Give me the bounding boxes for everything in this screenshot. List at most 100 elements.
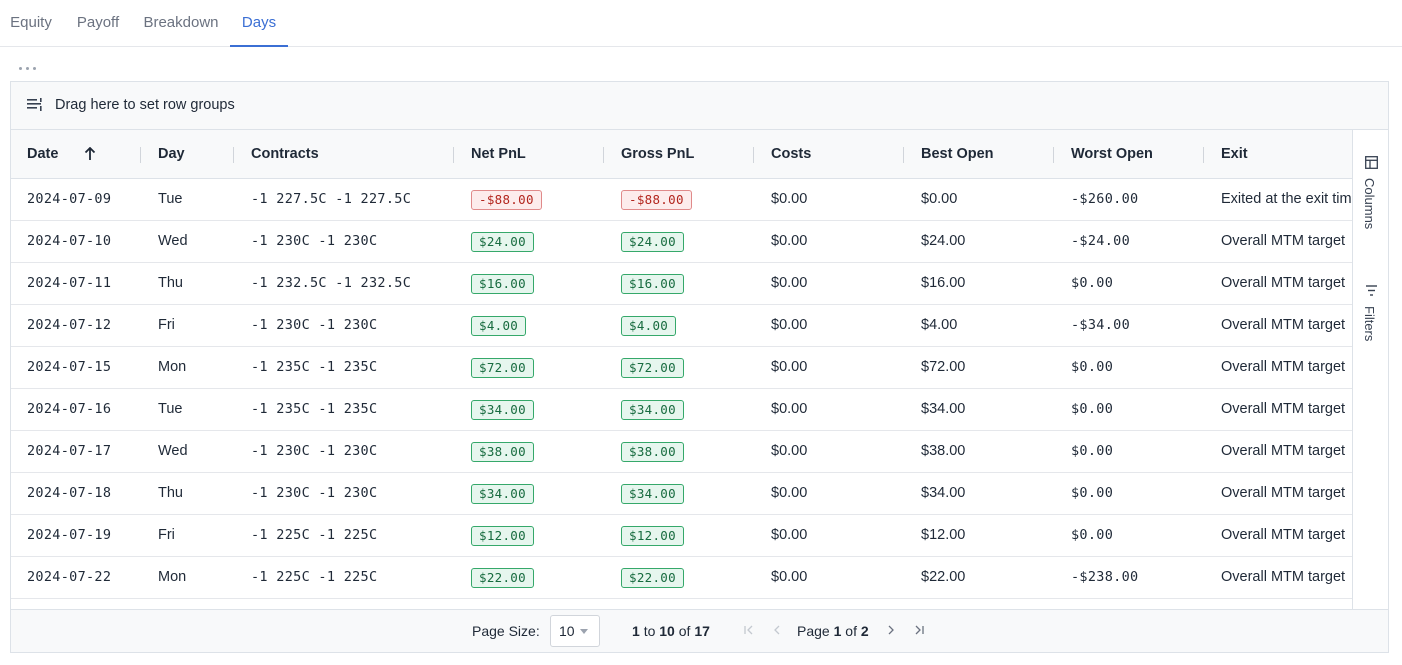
cell-exit: Overall MTM target <box>1221 569 1346 585</box>
row-to-word: to <box>643 623 656 639</box>
cell-best-open: $38.00 <box>921 443 966 459</box>
previous-page-icon[interactable] <box>771 624 783 636</box>
header-exit[interactable]: Exit <box>1221 130 1248 179</box>
page-word: Page <box>797 623 830 639</box>
cell-worst-open: -$238.00 <box>1071 569 1139 585</box>
filter-icon <box>1366 285 1377 296</box>
tab-bar: Equity Payoff Breakdown Days <box>0 0 1402 47</box>
column-separator[interactable] <box>753 147 754 163</box>
cell-costs: $0.00 <box>771 275 808 291</box>
column-separator[interactable] <box>1203 147 1204 163</box>
row-group-drop-zone[interactable]: Drag here to set row groups <box>11 82 1388 130</box>
page-indicator: Page 1 of 2 <box>797 610 869 652</box>
cell-contracts: -1 230C -1 230C <box>251 317 378 333</box>
cell-worst-open: -$24.00 <box>1071 233 1130 249</box>
column-separator[interactable] <box>233 147 234 163</box>
cell-exit: Overall MTM target <box>1221 233 1346 249</box>
header-day[interactable]: Day <box>158 130 185 179</box>
table-row[interactable]: 2024-07-22 Mon -1 225C -1 225C $22.00 $2… <box>11 557 1352 599</box>
columns-panel-button[interactable]: Columns <box>1353 154 1389 264</box>
header-contracts[interactable]: Contracts <box>251 130 319 179</box>
cell-contracts: -1 225C -1 225C <box>251 527 378 543</box>
tab-days[interactable]: Days <box>230 0 288 47</box>
cell-exit: Overall MTM target <box>1221 401 1346 417</box>
page-size-select[interactable]: 10 <box>550 615 600 647</box>
more-dots-icon[interactable] <box>18 63 40 73</box>
first-page-icon[interactable] <box>743 624 755 636</box>
header-gross-pnl[interactable]: Gross PnL <box>621 130 694 179</box>
row-of-word: of <box>678 623 691 639</box>
cell-costs: $0.00 <box>771 317 808 333</box>
cell-contracts: -1 230C -1 230C <box>251 485 378 501</box>
table-row[interactable]: 2024-07-17 Wed -1 230C -1 230C $38.00 $3… <box>11 431 1352 473</box>
cell-contracts: -1 232.5C -1 232.5C <box>251 275 412 291</box>
cell-date: 2024-07-19 <box>27 527 112 543</box>
column-separator[interactable] <box>1053 147 1054 163</box>
cell-day: Thu <box>158 485 183 501</box>
next-page-icon[interactable] <box>885 624 897 636</box>
cell-costs: $0.00 <box>771 569 808 585</box>
table-row[interactable]: 2024-07-09 Tue -1 227.5C -1 227.5C -$88.… <box>11 179 1352 221</box>
header-date-label: Date <box>27 146 59 162</box>
row-total: 17 <box>694 623 710 639</box>
cell-best-open: $24.00 <box>921 233 966 249</box>
cell-day: Tue <box>158 401 183 417</box>
cell-exit: Overall MTM target <box>1221 359 1346 375</box>
column-separator[interactable] <box>903 147 904 163</box>
cell-costs: $0.00 <box>771 527 808 543</box>
cell-costs: $0.00 <box>771 401 808 417</box>
column-separator[interactable] <box>603 147 604 163</box>
cell-gross-pnl: -$88.00 <box>621 190 692 210</box>
table-row[interactable]: 2024-07-10 Wed -1 230C -1 230C $24.00 $2… <box>11 221 1352 263</box>
cell-date: 2024-07-09 <box>27 191 112 207</box>
table-row[interactable]: 2024-07-16 Tue -1 235C -1 235C $34.00 $3… <box>11 389 1352 431</box>
header-best-open[interactable]: Best Open <box>921 130 994 179</box>
table-row[interactable]: 2024-07-11 Thu -1 232.5C -1 232.5C $16.0… <box>11 263 1352 305</box>
cell-date: 2024-07-11 <box>27 275 112 291</box>
cell-worst-open: $0.00 <box>1071 401 1114 417</box>
tab-payoff[interactable]: Payoff <box>66 0 130 47</box>
column-separator[interactable] <box>140 147 141 163</box>
cell-costs: $0.00 <box>771 443 808 459</box>
table-row[interactable]: 2024-07-15 Mon -1 235C -1 235C $72.00 $7… <box>11 347 1352 389</box>
header-costs[interactable]: Costs <box>771 130 811 179</box>
header-date[interactable]: Date <box>27 130 96 179</box>
filters-panel-button[interactable]: Filters <box>1353 280 1389 380</box>
cell-gross-pnl: $24.00 <box>621 232 684 252</box>
page-of-word: of <box>845 623 857 639</box>
cell-net-pnl: $72.00 <box>471 358 534 378</box>
cell-costs: $0.00 <box>771 233 808 249</box>
cell-date: 2024-07-10 <box>27 233 112 249</box>
cell-costs: $0.00 <box>771 485 808 501</box>
table-row[interactable]: 2024-07-18 Thu -1 230C -1 230C $34.00 $3… <box>11 473 1352 515</box>
cell-best-open: $0.00 <box>921 191 958 207</box>
side-panel: Columns Filters <box>1352 130 1388 610</box>
cell-costs: $0.00 <box>771 191 808 207</box>
row-to: 10 <box>659 623 675 639</box>
tab-equity[interactable]: Equity <box>0 0 62 47</box>
cell-date: 2024-07-22 <box>27 569 112 585</box>
cell-net-pnl: $12.00 <box>471 526 534 546</box>
cell-gross-pnl: $16.00 <box>621 274 684 294</box>
cell-contracts: -1 230C -1 230C <box>251 443 378 459</box>
cell-day: Wed <box>158 443 188 459</box>
table-row[interactable]: 2024-07-19 Fri -1 225C -1 225C $12.00 $1… <box>11 515 1352 557</box>
row-from: 1 <box>632 623 640 639</box>
table-row[interactable]: 2024-07-12 Fri -1 230C -1 230C $4.00 $4.… <box>11 305 1352 347</box>
cell-date: 2024-07-18 <box>27 485 112 501</box>
cell-worst-open: -$260.00 <box>1071 191 1139 207</box>
filters-label: Filters <box>1362 306 1377 342</box>
cell-day: Tue <box>158 191 183 207</box>
cell-worst-open: $0.00 <box>1071 527 1114 543</box>
current-page: 1 <box>833 623 842 639</box>
tab-breakdown[interactable]: Breakdown <box>134 0 228 47</box>
grid-body: 2024-07-09 Tue -1 227.5C -1 227.5C -$88.… <box>11 179 1352 609</box>
cell-gross-pnl: $22.00 <box>621 568 684 588</box>
column-separator[interactable] <box>453 147 454 163</box>
row-summary: 1 to 10 of 17 <box>632 610 710 652</box>
header-worst-open[interactable]: Worst Open <box>1071 130 1153 179</box>
last-page-icon[interactable] <box>913 624 925 636</box>
header-net-pnl[interactable]: Net PnL <box>471 130 526 179</box>
page-size-value: 10 <box>559 623 575 639</box>
sort-ascending-icon <box>84 147 96 160</box>
